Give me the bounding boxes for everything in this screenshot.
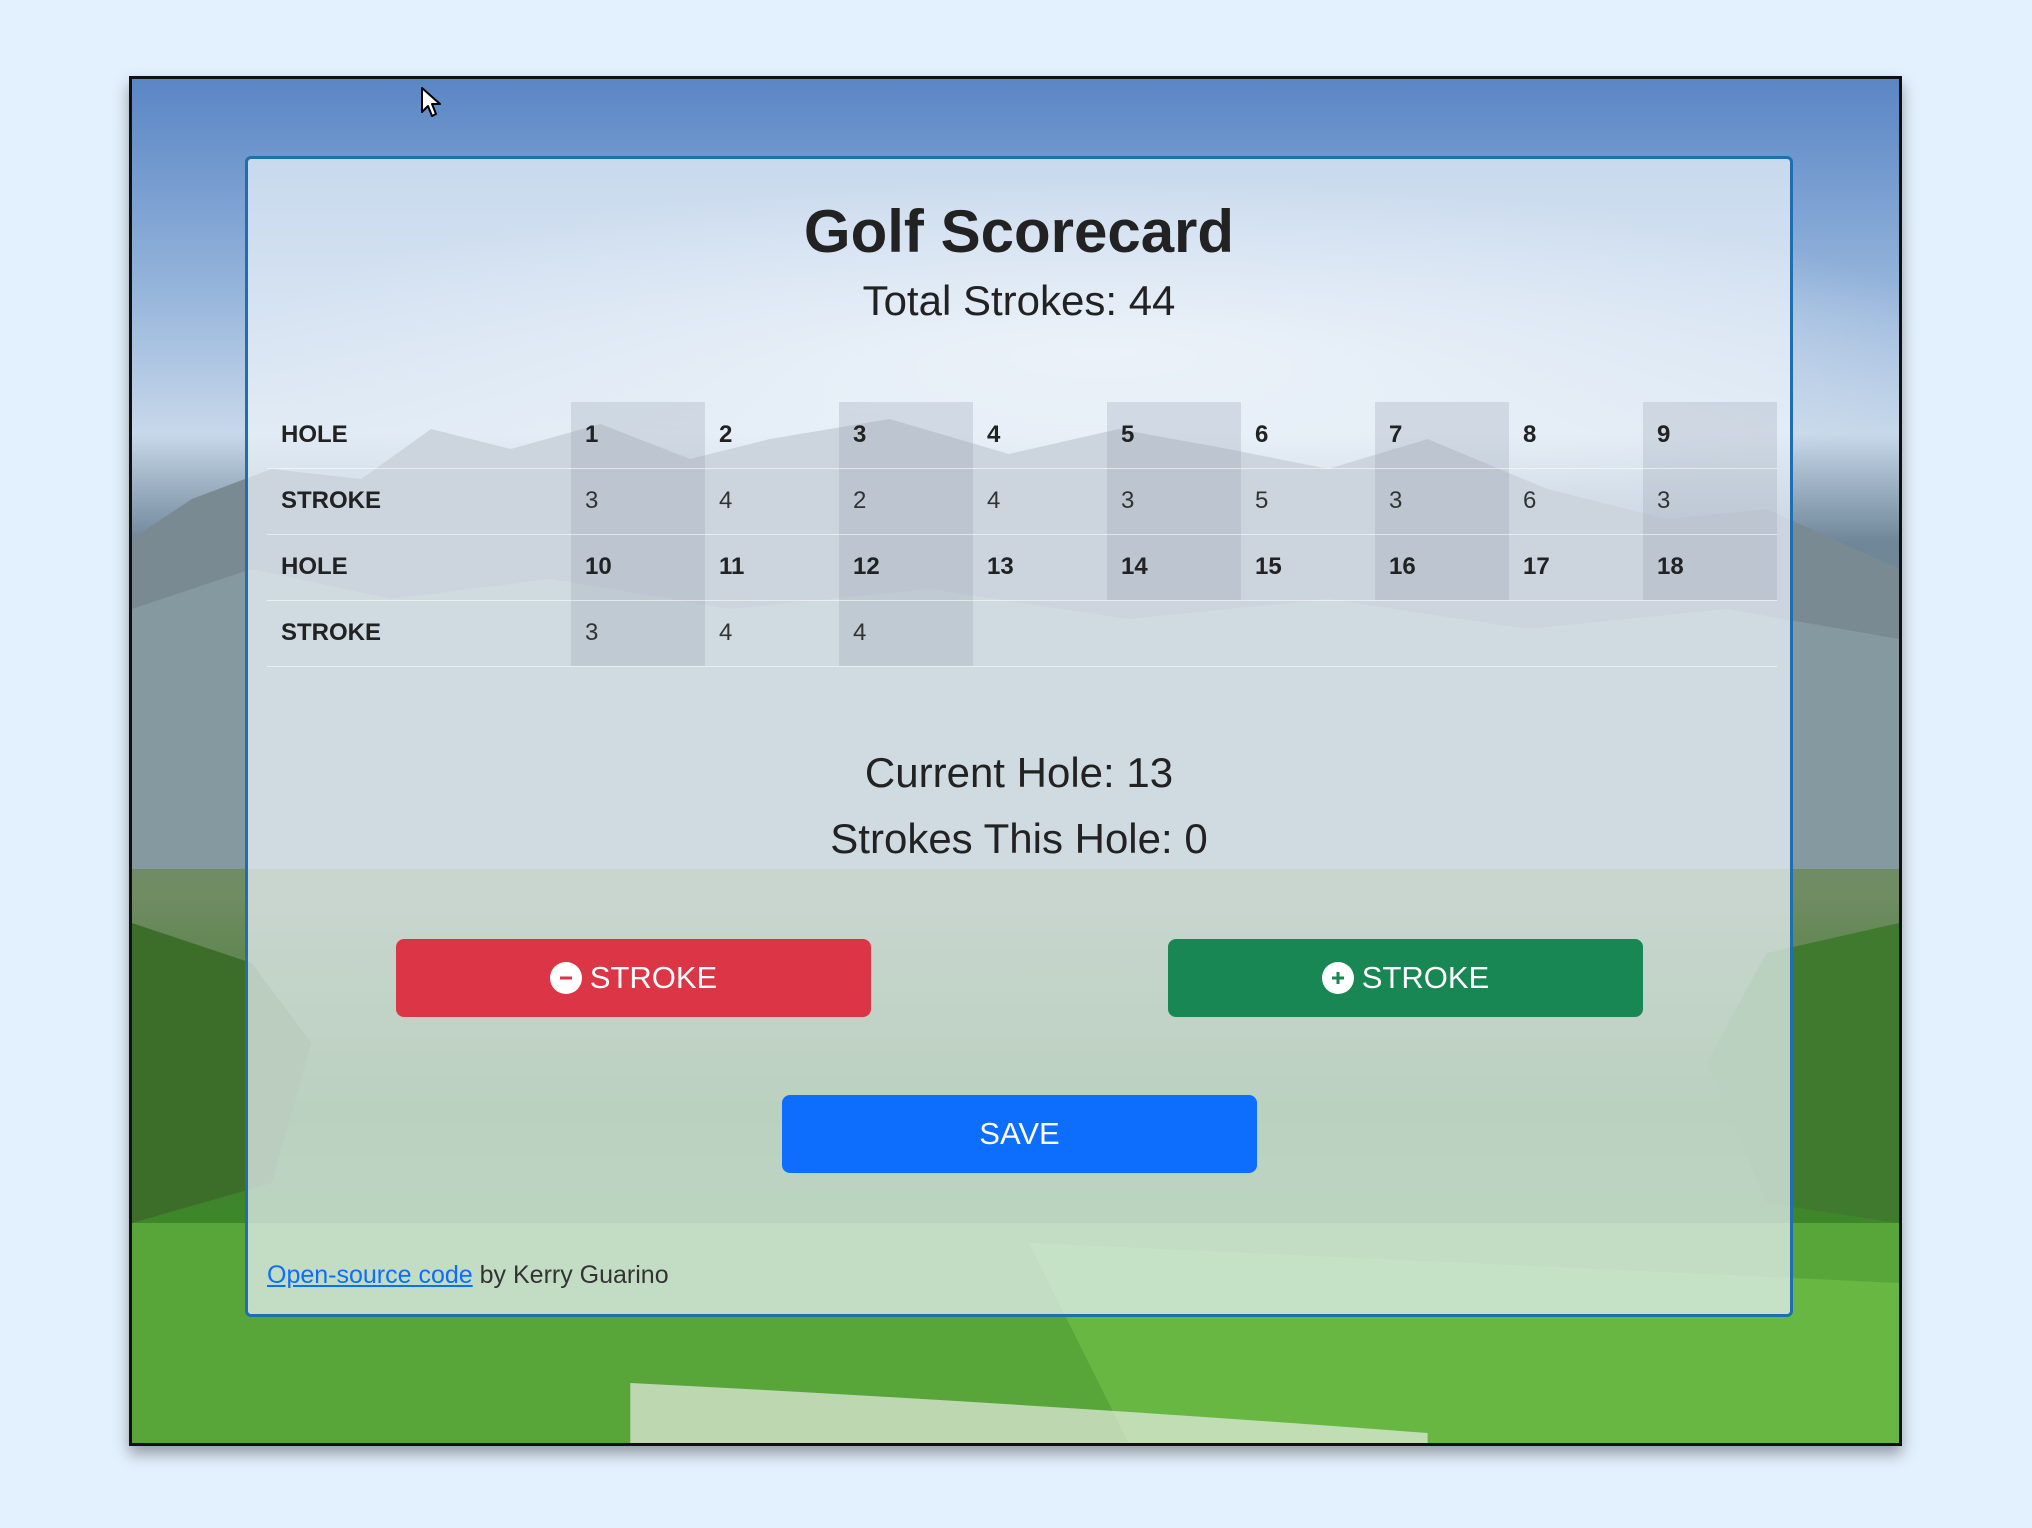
stroke-cell — [1241, 600, 1375, 667]
hole-number-cell: 1 — [571, 402, 705, 469]
source-code-link[interactable]: Open-source code — [267, 1261, 473, 1289]
hole-number-cell: 17 — [1509, 534, 1643, 601]
hole-number-cell: 9 — [1643, 402, 1777, 469]
stroke-cell: 3 — [1107, 468, 1241, 535]
row-label: STROKE — [267, 600, 571, 667]
hole-number-cell: 4 — [973, 402, 1107, 469]
hole-number-cell: 6 — [1241, 402, 1375, 469]
stroke-cell: 2 — [839, 468, 973, 535]
scorecard-panel: Golf Scorecard Total Strokes: 44 HOLE 1 2 3… — [245, 156, 1793, 1317]
hole-number-cell: 11 — [705, 534, 839, 601]
minus-circle-icon — [549, 962, 582, 994]
hole-number-cell: 7 — [1375, 402, 1509, 469]
stroke-cell: 4 — [705, 600, 839, 667]
add-stroke-button[interactable]: STROKE — [1168, 939, 1643, 1017]
plus-circle-icon — [1321, 962, 1354, 994]
add-stroke-label: STROKE — [1361, 960, 1490, 995]
stroke-cell: 3 — [1643, 468, 1777, 535]
hole-number-cell: 14 — [1107, 534, 1241, 601]
page-title: Golf Scorecard — [803, 198, 1235, 265]
stroke-cell — [1509, 600, 1643, 667]
hole-number-cell: 2 — [705, 402, 839, 469]
footer: Open-source code by Kerry Guarino — [267, 1261, 669, 1290]
hole-number-cell: 13 — [973, 534, 1107, 601]
hole-number-cell: 16 — [1375, 534, 1509, 601]
hole-number-cell: 10 — [571, 534, 705, 601]
stroke-cell: 3 — [571, 600, 705, 667]
stroke-cell — [973, 600, 1107, 667]
stroke-cell — [1107, 600, 1241, 667]
score-row-hole: HOLE 1 2 3 4 5 6 7 8 9 — [267, 402, 1777, 469]
stroke-cell: 3 — [571, 468, 705, 535]
hole-number-cell: 8 — [1509, 402, 1643, 469]
score-row-stroke: STROKE 3 4 2 4 3 5 3 6 3 — [267, 468, 1777, 535]
current-hole: Current Hole: 13 — [864, 749, 1174, 796]
strokes-this-hole: Strokes This Hole: 0 — [830, 815, 1208, 862]
total-strokes: Total Strokes: 44 — [862, 277, 1176, 324]
stroke-cell — [1643, 600, 1777, 667]
stroke-cell: 4 — [973, 468, 1107, 535]
row-label: HOLE — [267, 534, 571, 601]
stroke-cell: 4 — [705, 468, 839, 535]
hole-number-cell: 12 — [839, 534, 973, 601]
author-text: by Kerry Guarino — [479, 1261, 669, 1289]
mouse-pointer-icon — [421, 87, 441, 117]
hole-number-cell: 3 — [839, 402, 973, 469]
browser-window: Golf Scorecard Total Strokes: 44 HOLE 1 2 3… — [129, 76, 1902, 1446]
score-row-stroke: STROKE 3 4 4 — [267, 600, 1777, 667]
score-row-hole: HOLE 10 11 12 13 14 15 16 17 18 — [267, 534, 1777, 601]
hole-number-cell: 18 — [1643, 534, 1777, 601]
scorecard-table: HOLE 1 2 3 4 5 6 7 8 9 STROKE 3 4 2 4 3 5 3 6 3 HOLE 10 11 12 13… — [267, 402, 1777, 667]
save-button[interactable]: SAVE — [782, 1095, 1257, 1173]
remove-stroke-label: STROKE — [589, 960, 718, 995]
stroke-cell: 6 — [1509, 468, 1643, 535]
remove-stroke-button[interactable]: STROKE — [396, 939, 871, 1017]
stroke-cell: 5 — [1241, 468, 1375, 535]
hole-number-cell: 15 — [1241, 534, 1375, 601]
stroke-cell: 3 — [1375, 468, 1509, 535]
stroke-cell: 4 — [839, 600, 973, 667]
row-label: STROKE — [267, 468, 571, 535]
row-label: HOLE — [267, 402, 571, 469]
stroke-cell — [1375, 600, 1509, 667]
hole-number-cell: 5 — [1107, 402, 1241, 469]
